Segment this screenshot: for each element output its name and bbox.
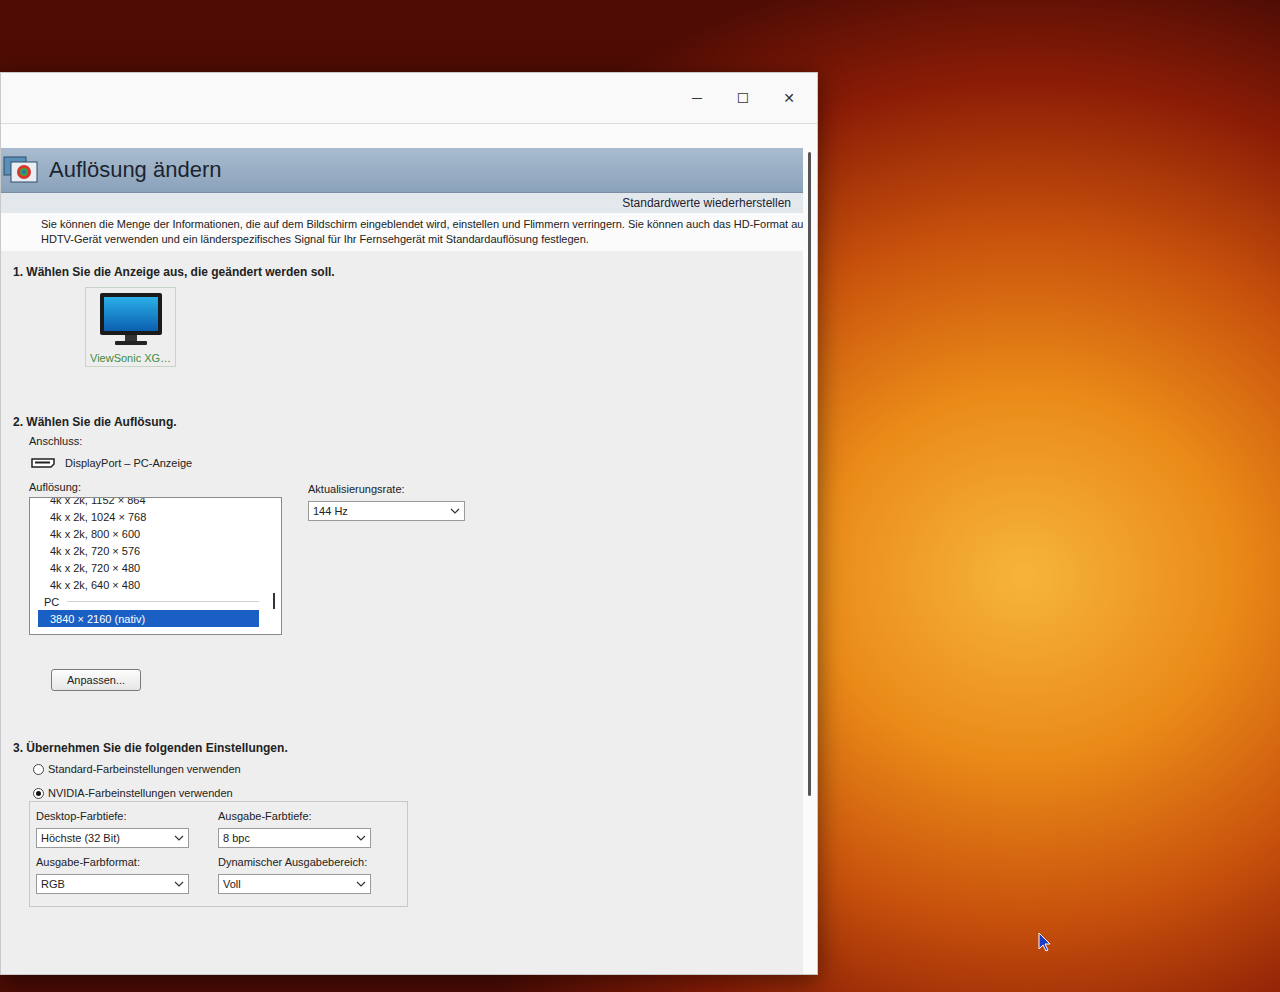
page-title: Auflösung ändern — [49, 157, 221, 183]
radio-icon — [33, 788, 44, 799]
restore-defaults-link[interactable]: Standardwerte wiederherstellen — [622, 196, 791, 210]
window-control-button[interactable]: ─ — [677, 83, 717, 113]
chevron-down-icon — [356, 835, 366, 841]
page-description: Sie können die Menge der Informationen, … — [1, 213, 803, 251]
window-body: Auflösung ändern Standardwerte wiederhers… — [1, 123, 817, 974]
description-line: Sie können die Menge der Informationen, … — [41, 217, 803, 232]
resolution-column: Auflösung: 4k x 2k, 1152 × 8644k x 2k, 10… — [29, 481, 282, 635]
field-dropdown[interactable]: 8 bpc — [218, 828, 371, 848]
color-radio[interactable]: NVIDIA-Farbeinstellungen verwenden — [13, 787, 791, 799]
color-field: Desktop-Farbtiefe: Höchste (32 Bit) — [36, 810, 196, 848]
connection-row: DisplayPort – PC-Anzeige — [29, 457, 791, 469]
resolution-item[interactable]: 4k x 2k, 720 × 480 — [38, 559, 259, 576]
section-heading: 2. Wählen Sie die Auflösung. — [13, 415, 791, 429]
resolution-item[interactable]: 3840 × 2160 (nativ) — [38, 610, 259, 627]
resolution-item[interactable]: 4k x 2k, 1024 × 768 — [38, 508, 259, 525]
color-radio[interactable]: Standard-Farbeinstellungen verwenden — [13, 763, 791, 775]
color-field: Dynamischer Ausgabebereich: Voll — [218, 856, 378, 894]
window-control-button[interactable]: ☐ — [723, 83, 763, 113]
chevron-down-icon — [356, 881, 366, 887]
field-label: Dynamischer Ausgabebereich: — [218, 856, 378, 868]
description-line: HDTV-Gerät verwenden und ein länderspezi… — [41, 232, 803, 247]
resolution-items: 4k x 2k, 1152 × 8644k x 2k, 1024 × 7684k… — [30, 497, 269, 634]
list-scroll-thumb[interactable] — [273, 593, 275, 609]
page-scroll-thumb[interactable] — [808, 152, 811, 796]
page: Auflösung ändern Standardwerte wiederhers… — [1, 148, 803, 974]
display-list: ViewSonic XG… — [13, 287, 791, 367]
page-scrollbar[interactable] — [803, 148, 817, 974]
display-tile[interactable]: ViewSonic XG… — [85, 287, 176, 367]
resolution-item[interactable]: 4k x 2k, 1152 × 864 — [38, 497, 259, 508]
page-header: Auflösung ändern — [1, 148, 803, 193]
refresh-label: Aktualisierungsrate: — [308, 483, 465, 495]
connection-label: Anschluss: — [29, 435, 791, 447]
field-dropdown[interactable]: Höchste (32 Bit) — [36, 828, 189, 848]
customize-button[interactable]: Anpassen... — [51, 669, 141, 691]
refresh-column: Aktualisierungsrate: 144 Hz — [308, 481, 465, 635]
display-settings-icon — [3, 153, 39, 187]
resolution-label: Auflösung: — [29, 481, 282, 493]
resolution-row: Auflösung: 4k x 2k, 1152 × 8644k x 2k, 10… — [29, 481, 791, 635]
desktop: ─☐✕ Auflösung ändern Standardwerte wiederh… — [0, 0, 1280, 992]
display-label: ViewSonic XG… — [90, 352, 171, 364]
color-field: Ausgabe-Farbtiefe: 8 bpc — [218, 810, 378, 848]
field-dropdown[interactable]: Voll — [218, 874, 371, 894]
window-control-button[interactable]: ✕ — [769, 83, 809, 113]
settings-panel: 1. Wählen Sie die Anzeige aus, die geänd… — [1, 251, 803, 974]
chevron-down-icon — [174, 881, 184, 887]
refresh-rate-dropdown[interactable]: 144 Hz — [308, 501, 465, 521]
group-divider — [67, 601, 259, 602]
color-field: Ausgabe-Farbformat: RGB — [36, 856, 196, 894]
field-label: Desktop-Farbtiefe: — [36, 810, 196, 822]
resolution-group: PC — [38, 593, 259, 610]
connection-value: DisplayPort – PC-Anzeige — [65, 457, 192, 469]
chevron-down-icon — [450, 508, 460, 514]
displayport-icon — [31, 458, 55, 468]
monitor-icon — [97, 290, 165, 348]
resolution-section: Anschluss: DisplayPort – PC-Anzeige Auflös… — [13, 429, 791, 691]
nvidia-control-panel-window: ─☐✕ Auflösung ändern Standardwerte wiederh… — [0, 72, 818, 975]
title-bar: ─☐✕ — [1, 73, 817, 123]
resolution-list[interactable]: 4k x 2k, 1152 × 8644k x 2k, 1024 × 7684k… — [29, 497, 282, 635]
field-label: Ausgabe-Farbtiefe: — [218, 810, 378, 822]
resolution-item[interactable]: 4k x 2k, 640 × 480 — [38, 576, 259, 593]
resolution-item[interactable]: 4k x 2k, 800 × 600 — [38, 525, 259, 542]
chevron-down-icon — [174, 835, 184, 841]
section-heading: 1. Wählen Sie die Anzeige aus, die geänd… — [13, 265, 791, 279]
section-heading: 3. Übernehmen Sie die folgenden Einstell… — [13, 741, 791, 755]
list-scrollbar[interactable] — [269, 498, 281, 634]
radio-icon — [33, 764, 44, 775]
restore-bar: Standardwerte wiederherstellen — [1, 193, 803, 213]
resolution-item[interactable]: 4k x 2k, 720 × 576 — [38, 542, 259, 559]
field-dropdown[interactable]: RGB — [36, 874, 189, 894]
mouse-cursor-icon — [1038, 932, 1052, 952]
nvidia-color-settings: Desktop-Farbtiefe: Höchste (32 Bit) Ausgab… — [29, 801, 408, 907]
field-label: Ausgabe-Farbformat: — [36, 856, 196, 868]
